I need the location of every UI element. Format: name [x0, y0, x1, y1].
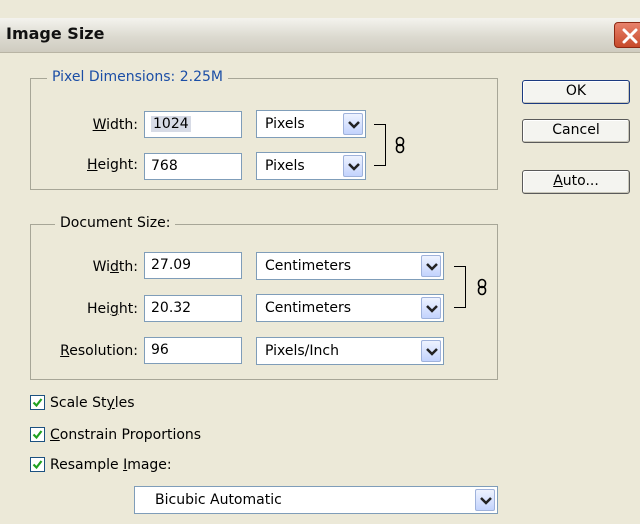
chevron-down-icon[interactable]	[421, 255, 441, 277]
constrain-proportions-checkbox[interactable]	[30, 427, 45, 442]
pixel-width-value: 1024	[151, 116, 191, 132]
close-button[interactable]	[614, 22, 640, 48]
doc-link-bracket	[454, 266, 466, 308]
close-icon	[622, 28, 638, 44]
doc-width-value: 27.09	[151, 257, 192, 273]
scale-styles-label[interactable]: Scale Styles	[50, 395, 135, 411]
chain-link-icon	[477, 278, 487, 296]
doc-height-label: Height:	[86, 301, 138, 317]
document-size-legend: Document Size:	[55, 215, 176, 231]
resample-image-label[interactable]: Resample Image:	[50, 457, 172, 473]
chevron-down-icon[interactable]	[475, 489, 495, 511]
resolution-label: Resolution:	[60, 343, 138, 359]
pixel-height-unit-select[interactable]: Pixels	[256, 152, 366, 180]
doc-width-unit-value: Centimeters	[265, 258, 352, 274]
doc-width-unit-select[interactable]: Centimeters	[256, 252, 444, 280]
doc-height-value: 20.32	[151, 300, 192, 316]
constrain-proportions-label[interactable]: Constrain Proportions	[50, 427, 201, 443]
doc-width-label: Width:	[92, 259, 138, 275]
checkmark-icon	[32, 398, 43, 408]
chevron-down-icon[interactable]	[421, 340, 441, 362]
chain-link-icon	[395, 136, 405, 154]
resolution-unit-value: Pixels/Inch	[265, 343, 339, 359]
resolution-value: 96	[151, 342, 169, 358]
pixel-dimensions-label: Pixel Dimensions:	[52, 69, 176, 85]
pixel-height-unit-value: Pixels	[265, 158, 305, 174]
doc-height-unit-select[interactable]: Centimeters	[256, 294, 444, 322]
checkmark-icon	[32, 430, 43, 440]
ok-button[interactable]: OK	[522, 80, 630, 104]
title-bar: Image Size	[0, 18, 640, 53]
auto-button[interactable]: Auto...	[522, 170, 630, 194]
pixel-width-unit-value: Pixels	[265, 116, 305, 132]
pixel-link-bracket	[374, 124, 386, 166]
pixel-height-value: 768	[151, 158, 178, 174]
pixel-height-field[interactable]: 768	[144, 153, 242, 180]
pixel-height-label: Height:	[87, 157, 138, 173]
resample-image-checkbox[interactable]	[30, 457, 45, 472]
scale-styles-checkbox[interactable]	[30, 395, 45, 410]
window-title: Image Size	[6, 24, 105, 43]
resolution-field[interactable]: 96	[144, 337, 242, 364]
cancel-button[interactable]: Cancel	[522, 119, 630, 143]
pixel-width-unit-select[interactable]: Pixels	[256, 110, 366, 138]
pixel-dimensions-legend: Pixel Dimensions: 2.25M	[47, 69, 228, 85]
resample-method-value: Bicubic Automatic	[155, 492, 282, 508]
chevron-down-icon[interactable]	[343, 113, 363, 135]
doc-height-unit-value: Centimeters	[265, 300, 352, 316]
chevron-down-icon[interactable]	[343, 155, 363, 177]
chevron-down-icon[interactable]	[421, 297, 441, 319]
pixel-dimensions-size: 2.25M	[179, 69, 223, 85]
doc-height-field[interactable]: 20.32	[144, 295, 242, 322]
pixel-width-field[interactable]: 1024	[144, 111, 242, 138]
doc-width-field[interactable]: 27.09	[144, 252, 242, 279]
resample-method-select[interactable]: Bicubic Automatic	[134, 486, 498, 514]
resolution-unit-select[interactable]: Pixels/Inch	[256, 337, 444, 365]
pixel-width-label: Width:	[92, 117, 138, 133]
checkmark-icon	[32, 460, 43, 470]
